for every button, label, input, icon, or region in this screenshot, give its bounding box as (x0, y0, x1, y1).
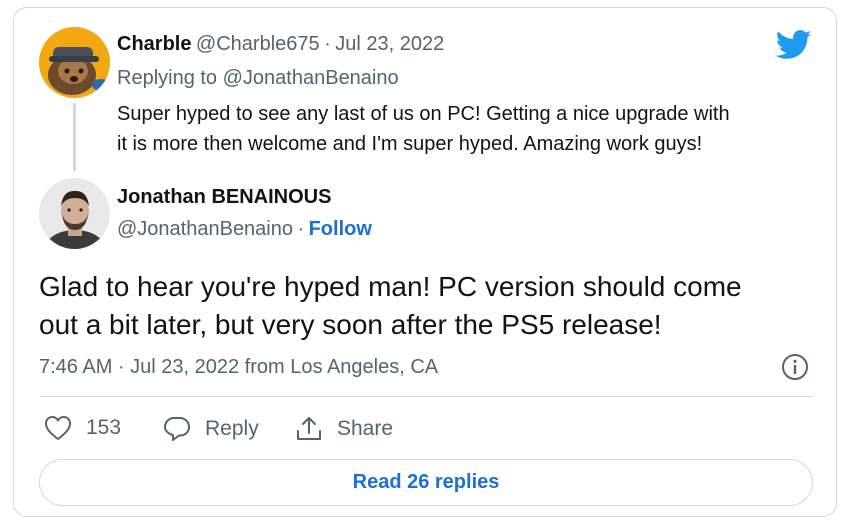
reply-tweet-text-line-1: Super hyped to see any last of us on PC!… (117, 103, 730, 125)
author-handle[interactable]: @Charble675 (196, 33, 320, 55)
read-replies-button[interactable]: Read 26 replies (39, 459, 813, 506)
tweet-timestamp[interactable]: 7:46 AM · Jul 23, 2022 from Los Angeles,… (39, 356, 438, 379)
main-author-handle[interactable]: @JonathanBenaino (117, 218, 293, 240)
like-button[interactable]: 153 (44, 415, 121, 441)
divider (40, 396, 812, 397)
main-tweet-text-line-1: Glad to hear you're hyped man! PC versio… (39, 271, 742, 302)
replying-to-line: Replying to @JonathanBenaino (117, 67, 399, 90)
separator: · (324, 33, 331, 55)
share-label: Share (337, 417, 394, 440)
replying-to-handle[interactable]: @JonathanBenaino (223, 67, 399, 89)
avatar-charble[interactable] (39, 27, 110, 98)
twitter-bird-icon[interactable] (775, 30, 812, 65)
reply-tweet-text-line-2: it is more then welcome and I'm super hy… (117, 133, 703, 155)
main-tweet-author-row: Jonathan BENAINOUS (117, 186, 331, 209)
info-icon[interactable] (781, 353, 809, 386)
main-tweet-text-line-2: out a bit later, but very soon after the… (39, 309, 662, 340)
reply-button[interactable]: Reply (163, 415, 259, 443)
heart-icon (45, 416, 71, 440)
follow-button[interactable]: Follow (309, 218, 372, 240)
reply-label: Reply (205, 417, 259, 440)
reply-bubble-icon (164, 417, 190, 441)
thread-connector-line (73, 103, 76, 171)
replying-to-prefix: Replying to (117, 67, 223, 89)
main-tweet-handle-row: @JonathanBenaino · Follow (117, 218, 372, 241)
share-icon (297, 417, 321, 440)
share-button[interactable]: Share (295, 415, 393, 443)
main-author-name[interactable]: Jonathan BENAINOUS (117, 186, 331, 208)
author-name[interactable]: Charble (117, 33, 191, 55)
avatar-jonathan[interactable] (39, 178, 110, 249)
reply-tweet-header: Charble @Charble675 · Jul 23, 2022 (117, 33, 444, 56)
separator: · (297, 218, 305, 240)
tweet-date[interactable]: Jul 23, 2022 (335, 33, 444, 55)
like-count: 153 (86, 416, 122, 439)
